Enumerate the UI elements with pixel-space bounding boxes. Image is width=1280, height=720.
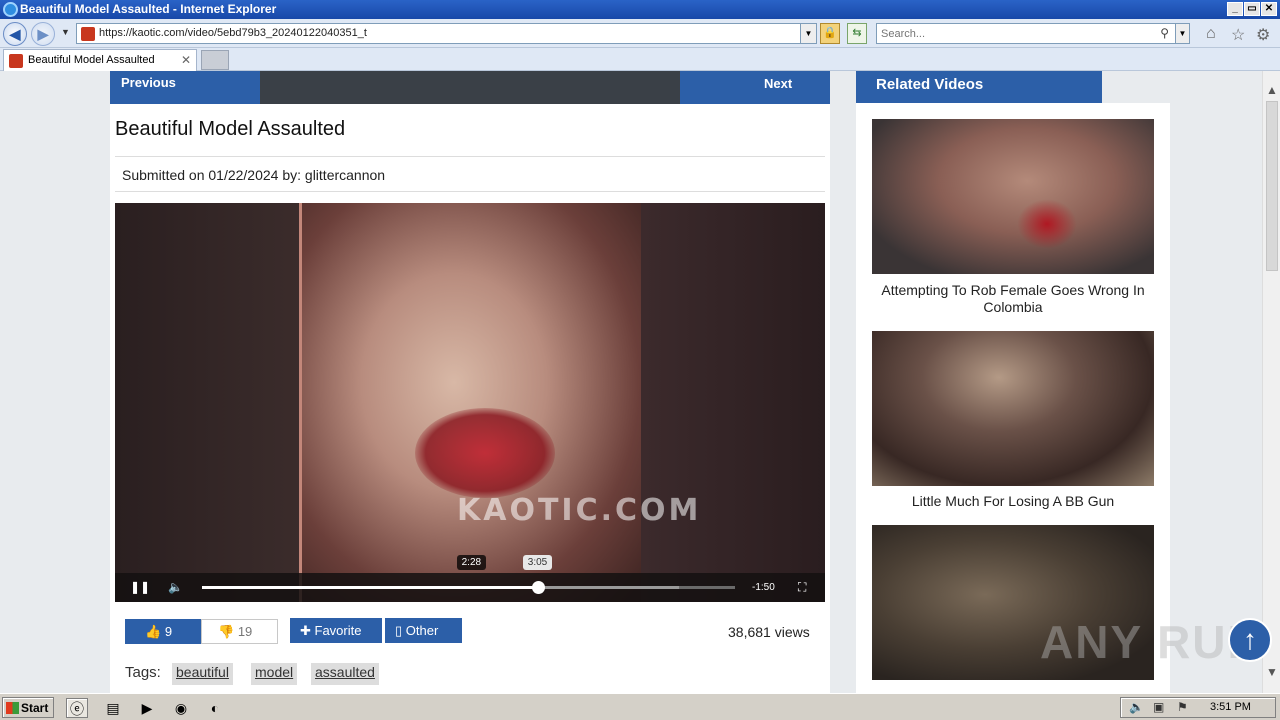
thumbs-up-icon: 👍 — [145, 624, 165, 639]
taskbar-ie-icon[interactable]: ⓔ — [66, 698, 88, 718]
related-videos-header: Related Videos — [856, 71, 1102, 103]
scroll-to-top-arrow-icon[interactable]: ↑ — [1228, 618, 1272, 662]
view-count: 38,681 views — [728, 624, 810, 640]
taskbar-edge-icon[interactable]: ◐ — [204, 698, 226, 718]
ie-logo-icon — [3, 2, 18, 17]
previous-button[interactable]: Previous — [110, 71, 260, 104]
volume-tray-icon[interactable]: 🔈 — [1129, 700, 1144, 714]
taskbar-explorer-icon[interactable]: ▤ — [102, 698, 124, 718]
video-frame-left — [115, 203, 301, 602]
seek-handle[interactable] — [531, 581, 545, 594]
system-tray: 🔈 ▣ ⚑ 3:51 PM — [1120, 697, 1276, 718]
tag-link[interactable]: assaulted — [311, 663, 379, 685]
video-frame-center — [301, 203, 641, 602]
close-window-button[interactable]: ✕ — [1261, 2, 1277, 16]
scroll-down-icon[interactable]: ▼ — [1266, 665, 1278, 679]
related-video-title[interactable]: Little Much For Losing A BB Gun — [856, 493, 1170, 510]
start-label: Start — [21, 701, 49, 715]
scroll-up-icon[interactable]: ▲ — [1266, 83, 1278, 97]
lock-icon[interactable]: 🔒 — [820, 23, 840, 44]
search-input[interactable] — [881, 26, 1151, 41]
other-button[interactable]: ▯ Other — [385, 618, 462, 643]
network-tray-icon[interactable]: ▣ — [1153, 700, 1164, 714]
plus-icon: ✚ — [300, 623, 315, 638]
navigation-bar: ◀ ▶ ▼ https://kaotic.com/video/5ebd79b3_… — [0, 19, 1280, 48]
related-thumbnail[interactable] — [872, 331, 1154, 486]
video-watermark: KAOTIC.COM — [457, 493, 702, 528]
vertical-scrollbar[interactable]: ▲ ▼ — [1262, 71, 1280, 693]
tag-link[interactable]: model — [251, 663, 298, 685]
windows-logo-icon — [6, 702, 19, 714]
refresh-icon[interactable]: ⇆ — [847, 23, 867, 44]
seek-bar-buffered — [537, 586, 680, 589]
address-dropdown-icon[interactable]: ▼ — [800, 24, 816, 43]
video-player[interactable]: KAOTIC.COM 2:28 3:05 ❚❚ 🔈 -1:50 ⛶ — [115, 203, 825, 602]
divider — [115, 156, 825, 157]
scrollbar-thumb[interactable] — [1266, 101, 1278, 271]
settings-gear-icon[interactable]: ⚙ — [1256, 25, 1270, 45]
related-videos-list: Attempting To Rob Female Goes Wrong In C… — [856, 103, 1170, 693]
tab-close-icon[interactable]: ✕ — [181, 53, 191, 67]
video-content: Beautiful Model Assaulted Submitted on 0… — [110, 104, 830, 693]
favorites-star-icon[interactable]: ☆ — [1231, 25, 1245, 45]
search-dropdown-icon[interactable]: ▼ — [1175, 24, 1189, 43]
volume-icon[interactable]: 🔈 — [168, 580, 183, 594]
home-icon[interactable]: ⌂ — [1206, 25, 1216, 43]
time-remaining: -1:50 — [752, 582, 775, 593]
address-url[interactable]: https://kaotic.com/video/5ebd79b3_202401… — [99, 27, 367, 39]
divider — [115, 191, 825, 192]
prev-next-bar: Previous Next — [110, 71, 830, 104]
clock: 3:51 PM — [1210, 701, 1251, 713]
back-button[interactable]: ◀ — [3, 22, 27, 46]
tab-strip: Beautiful Model Assaulted ✕ — [0, 48, 1280, 71]
video-frame-detail — [415, 408, 555, 498]
tags-label: Tags: — [125, 664, 161, 681]
new-tab-button[interactable] — [201, 50, 229, 70]
other-label: Other — [405, 623, 439, 638]
thumbs-down-icon: 👎 — [218, 624, 238, 639]
video-frame-right — [641, 203, 825, 602]
dislike-count: 19 — [237, 624, 253, 639]
page-viewport: Previous Next Beautiful Model Assaulted … — [0, 71, 1262, 693]
taskbar: Start ⓔ ▤ ▶ ◉ ◐ 🔈 ▣ ⚑ 3:51 PM — [0, 693, 1280, 720]
history-dropdown-icon[interactable]: ▼ — [61, 27, 70, 37]
tab-label[interactable]: Beautiful Model Assaulted — [28, 54, 155, 66]
seek-bar-played — [202, 586, 538, 589]
site-favicon-icon — [81, 27, 95, 41]
search-icon[interactable]: ⚲ — [1160, 26, 1169, 40]
window-title: Beautiful Model Assaulted - Internet Exp… — [20, 2, 277, 16]
favorite-label: Favorite — [314, 623, 362, 638]
like-button[interactable]: 👍 9 — [125, 619, 201, 644]
submitted-info: Submitted on 01/22/2024 by: glittercanno… — [122, 167, 386, 183]
related-thumbnail[interactable] — [872, 119, 1154, 274]
start-button[interactable]: Start — [2, 697, 54, 718]
address-bar[interactable]: https://kaotic.com/video/5ebd79b3_202401… — [76, 23, 817, 44]
pause-icon[interactable]: ❚❚ — [130, 580, 150, 594]
video-frame-pole — [299, 203, 302, 602]
seek-hover-tooltip: 2:28 — [456, 555, 487, 570]
seek-current-tooltip: 3:05 — [522, 555, 553, 570]
tag-link[interactable]: beautiful — [172, 663, 233, 685]
thumbnail-detail — [1017, 199, 1077, 249]
forward-button[interactable]: ▶ — [31, 22, 55, 46]
seek-bar[interactable] — [202, 581, 735, 594]
window-titlebar: Beautiful Model Assaulted - Internet Exp… — [0, 0, 1280, 19]
video-controls: ❚❚ 🔈 -1:50 ⛶ — [115, 573, 825, 602]
document-icon: ▯ — [395, 623, 406, 638]
search-box[interactable]: ⚲ ▼ — [876, 23, 1190, 44]
maximize-button[interactable]: ▭ — [1244, 2, 1260, 16]
minimize-button[interactable]: _ — [1227, 2, 1243, 16]
next-button[interactable]: Next — [680, 71, 830, 104]
fullscreen-icon[interactable]: ⛶ — [798, 580, 806, 595]
taskbar-chrome-icon[interactable]: ◉ — [170, 698, 192, 718]
related-video-title[interactable]: Attempting To Rob Female Goes Wrong In C… — [856, 282, 1170, 316]
tab-favicon-icon — [9, 54, 23, 68]
tab-current[interactable]: Beautiful Model Assaulted ✕ — [3, 49, 197, 71]
flag-tray-icon[interactable]: ⚑ — [1177, 700, 1188, 714]
taskbar-media-player-icon[interactable]: ▶ — [136, 698, 158, 718]
favorite-button[interactable]: ✚ Favorite — [290, 618, 382, 643]
page-title: Beautiful Model Assaulted — [115, 118, 346, 140]
like-count: 9 — [164, 624, 173, 639]
dislike-button[interactable]: 👎 19 — [201, 619, 278, 644]
